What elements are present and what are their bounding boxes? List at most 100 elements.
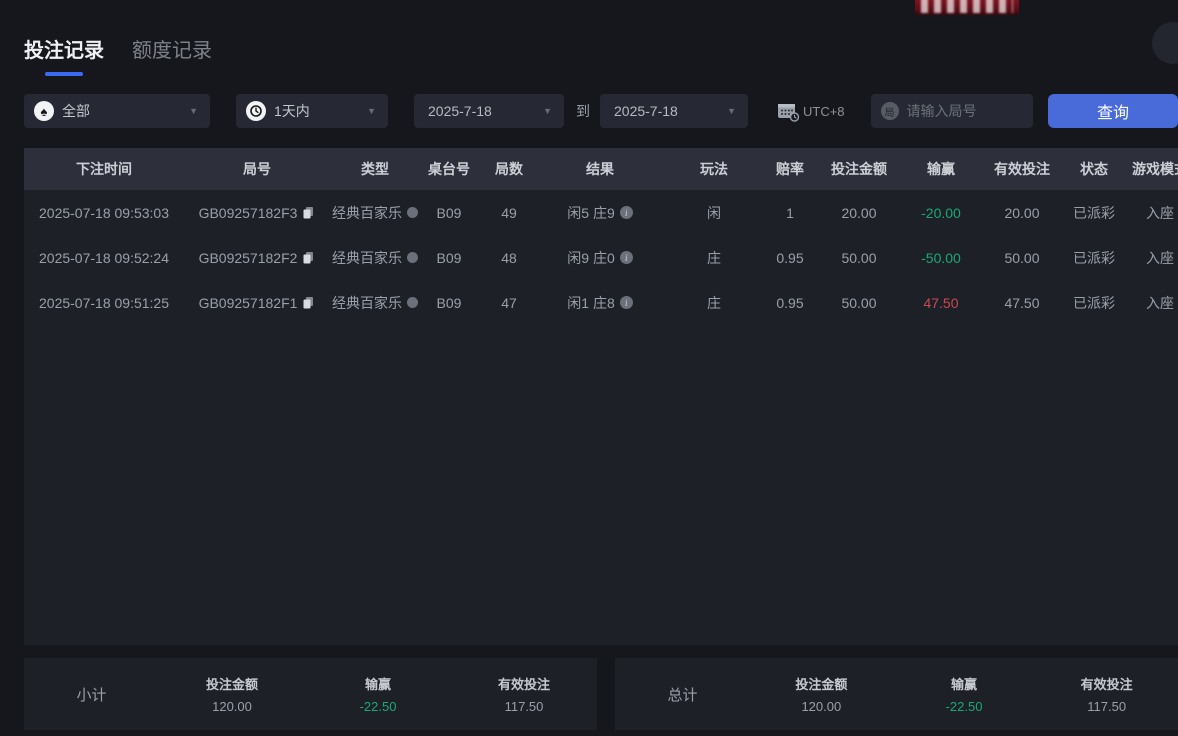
total-panel: 总计 投注金额 120.00 输赢 -22.50 有效投注 117.50 [615,658,1178,730]
col-round: 局数 [478,148,540,190]
chevron-down-icon: ▼ [189,106,198,116]
col-game-mode: 游戏模式 [1120,148,1178,190]
col-round-id: 局号 [184,148,330,190]
status: 已派彩 [1068,235,1120,280]
table-no: B09 [420,235,478,280]
game-type-select[interactable]: ♠ 全部 ▼ [24,94,210,128]
filter-bar: ♠ 全部 ▼ 1天内 ▼ 2025-7-18 ▼ 到 2025-7-18 ▼ U… [24,94,1178,128]
tab-quota-records-label: 额度记录 [132,34,212,63]
col-bet-amount: 投注金额 [812,148,906,190]
table-row: 2025-07-18 09:51:25 GB09257182F1 经典百家乐 B… [24,280,1178,325]
col-bet-time: 下注时间 [24,148,184,190]
game-type: 经典百家乐 [330,280,420,325]
copy-icon[interactable] [302,251,315,264]
date-to-label: 到 [576,101,590,121]
timezone-label: UTC+8 [803,104,845,119]
round-id: GB09257182F1 [184,280,330,325]
chevron-down-icon: ▼ [367,106,376,116]
round-input-placeholder: 请输入局号 [907,101,977,121]
col-valid-bet: 有效投注 [976,148,1068,190]
table-header: 下注时间 局号 类型 桌台号 局数 结果 玩法 赔率 投注金额 输赢 有效投注 … [24,148,1178,190]
result: 闲9 庄0i [540,235,660,280]
subtotal-panel: 小计 投注金额 120.00 输赢 -22.50 有效投注 117.50 [24,658,597,730]
spade-icon: ♠ [34,101,54,121]
subtotal-valid-bet: 有效投注 117.50 [451,674,597,714]
play: 闲 [660,190,768,235]
tab-quota-records[interactable]: 额度记录 [132,34,212,76]
round-no: 47 [478,280,540,325]
chevron-down-icon: ▼ [727,106,736,116]
tab-bet-records[interactable]: 投注记录 [24,34,104,76]
date-to-value: 2025-7-18 [614,103,678,119]
info-icon[interactable]: i [620,251,633,264]
game-mode: 入座 [1120,235,1178,280]
col-type: 类型 [330,148,420,190]
odds: 0.95 [768,235,812,280]
date-from-picker[interactable]: 2025-7-18 ▼ [414,94,564,128]
active-tab-underline [45,72,83,76]
info-icon[interactable]: i [620,296,633,309]
time-range-value: 1天内 [274,101,310,121]
play: 庄 [660,280,768,325]
round-number-input[interactable]: 局 请输入局号 [871,94,1033,128]
timezone-indicator: UTC+8 [776,100,845,122]
col-odds: 赔率 [768,148,812,190]
info-icon[interactable]: i [620,206,633,219]
round-badge-icon: 局 [881,102,899,120]
game-type-value: 全部 [62,101,90,121]
summary-section: 小计 投注金额 120.00 输赢 -22.50 有效投注 117.50 总计 … [24,658,1178,730]
game-type: 经典百家乐 [330,235,420,280]
bet-time: 2025-07-18 09:51:25 [24,280,184,325]
winloss: 47.50 [906,280,976,325]
total-valid-bet: 有效投注 117.50 [1035,674,1178,714]
game-mode: 入座 [1120,280,1178,325]
total-label: 总计 [615,684,750,705]
total-bet-amount: 投注金额 120.00 [750,674,893,714]
col-play: 玩法 [660,148,768,190]
bet-records-table: 下注时间 局号 类型 桌台号 局数 结果 玩法 赔率 投注金额 输赢 有效投注 … [24,148,1178,645]
copy-icon[interactable] [302,296,315,309]
winloss: -50.00 [906,235,976,280]
record-tabs: 投注记录 额度记录 [24,34,212,76]
brand-logo [915,0,1019,15]
copy-icon[interactable] [302,206,315,219]
odds: 0.95 [768,280,812,325]
bet-amount: 20.00 [812,190,906,235]
winloss: -20.00 [906,190,976,235]
round-id: GB09257182F2 [184,235,330,280]
round-id: GB09257182F3 [184,190,330,235]
col-status: 状态 [1068,148,1120,190]
calendar-clock-icon [776,100,800,122]
type-badge-icon[interactable] [407,297,418,308]
date-from-value: 2025-7-18 [428,103,492,119]
query-button[interactable]: 查询 [1048,94,1178,128]
bet-amount: 50.00 [812,280,906,325]
date-to-picker[interactable]: 2025-7-18 ▼ [600,94,748,128]
subtotal-bet-amount: 投注金额 120.00 [159,674,305,714]
status: 已派彩 [1068,190,1120,235]
bet-amount: 50.00 [812,235,906,280]
round-no: 49 [478,190,540,235]
game-type: 经典百家乐 [330,190,420,235]
type-badge-icon[interactable] [407,252,418,263]
time-range-select[interactable]: 1天内 ▼ [236,94,388,128]
bet-time: 2025-07-18 09:52:24 [24,235,184,280]
result: 闲5 庄9i [540,190,660,235]
chevron-down-icon: ▼ [543,106,552,116]
valid-bet: 20.00 [976,190,1068,235]
subtotal-label: 小计 [24,684,159,705]
col-result: 结果 [540,148,660,190]
total-winloss: 输赢 -22.50 [893,674,1036,714]
game-mode: 入座 [1120,190,1178,235]
table-row: 2025-07-18 09:52:24 GB09257182F2 经典百家乐 B… [24,235,1178,280]
table-no: B09 [420,280,478,325]
valid-bet: 50.00 [976,235,1068,280]
table-row: 2025-07-18 09:53:03 GB09257182F3 经典百家乐 B… [24,190,1178,235]
bet-time: 2025-07-18 09:53:03 [24,190,184,235]
play: 庄 [660,235,768,280]
floating-action-button[interactable] [1152,22,1178,64]
table-no: B09 [420,190,478,235]
col-winloss: 输赢 [906,148,976,190]
type-badge-icon[interactable] [407,207,418,218]
valid-bet: 47.50 [976,280,1068,325]
